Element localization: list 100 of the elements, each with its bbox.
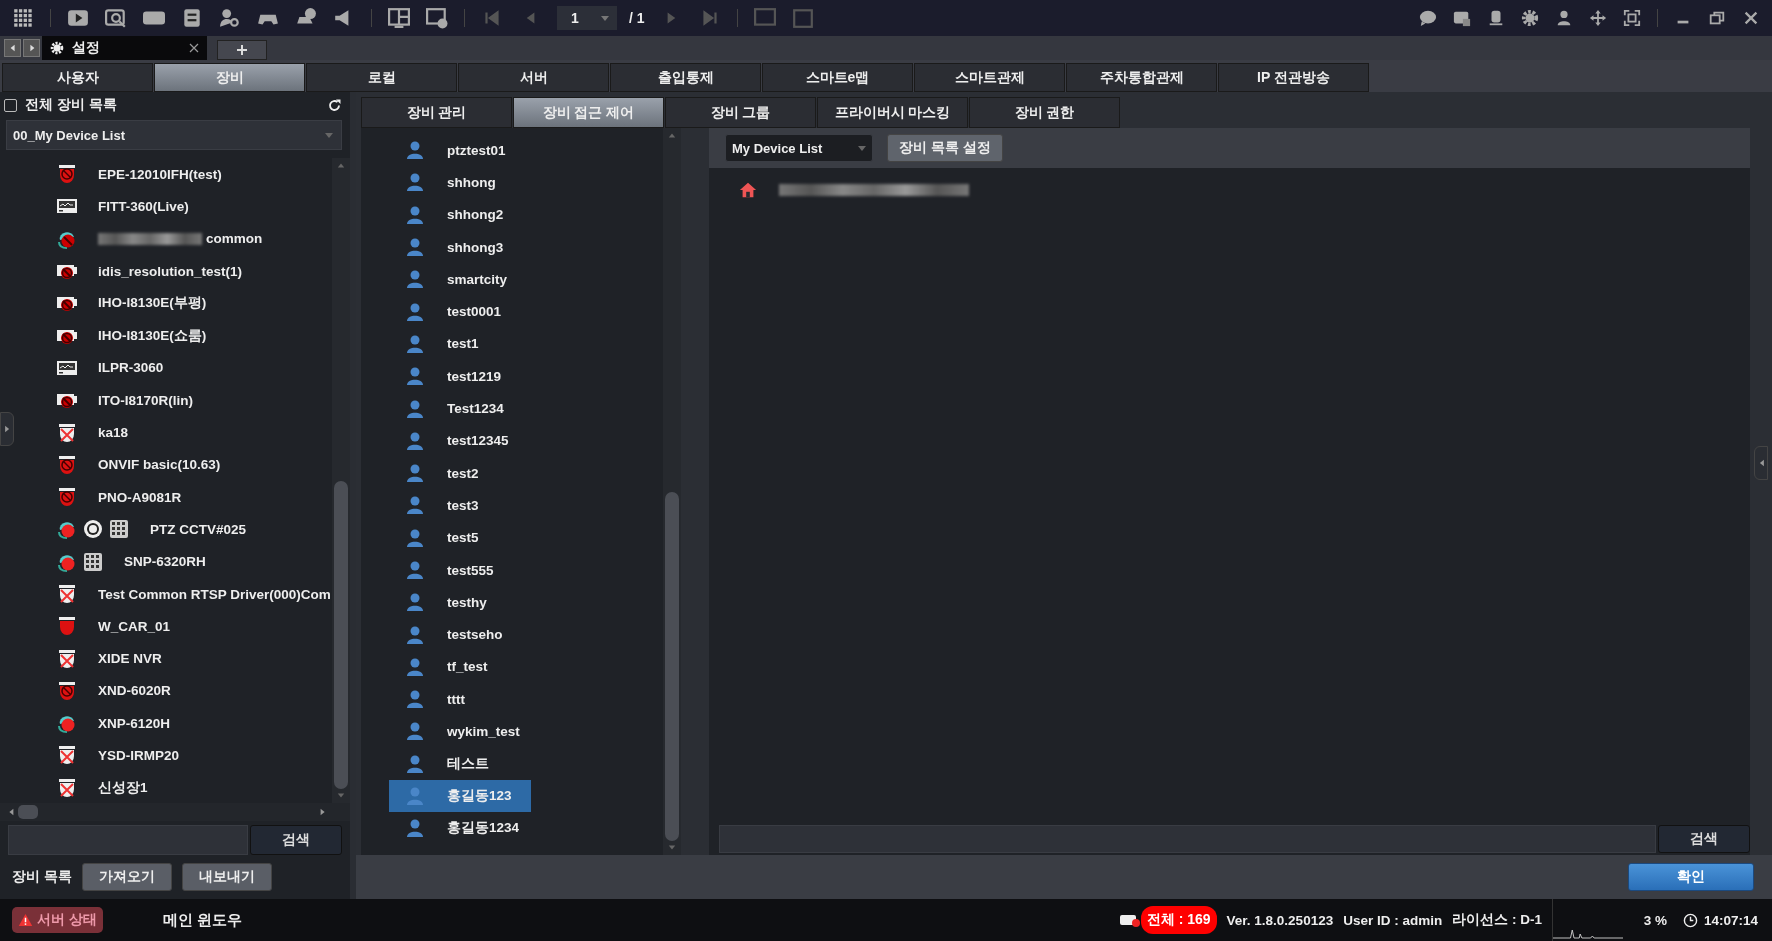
expand-handle[interactable] — [1754, 446, 1768, 480]
device-item[interactable]: XND-6020R — [56, 674, 332, 708]
device-item[interactable]: common — [56, 222, 332, 255]
arrow-left-icon[interactable] — [8, 808, 14, 816]
scrollbar[interactable] — [332, 158, 350, 803]
device-item[interactable]: idis_resolution_test(1) — [56, 254, 332, 288]
device-item[interactable]: ka18 — [56, 416, 332, 449]
arrow-down-icon[interactable] — [337, 793, 345, 799]
sub-tab[interactable]: 프라이버시 마스킹 — [817, 97, 968, 128]
close-icon[interactable] — [189, 43, 199, 53]
export-button[interactable]: 내보내기 — [181, 863, 272, 891]
user-item[interactable]: tf_test — [389, 650, 531, 684]
main-tab[interactable]: 주차통합관제 — [1066, 63, 1217, 92]
user-item[interactable]: shhong — [389, 166, 531, 199]
search-camera-icon[interactable] — [105, 7, 127, 29]
user-item[interactable]: 홍길동1234 — [389, 812, 531, 845]
device-item[interactable]: IHO-I8130E(부평) — [56, 287, 332, 320]
scroll-right-button[interactable] — [23, 39, 40, 57]
arrow-up-icon[interactable] — [668, 132, 676, 138]
user-item[interactable]: testhy — [389, 586, 531, 619]
device-list-dropdown[interactable]: My Device List — [725, 134, 873, 162]
user-item[interactable]: testseho — [389, 618, 531, 651]
device-item[interactable]: ONVIF basic(10.63) — [56, 448, 332, 481]
card-icon[interactable] — [1453, 9, 1471, 27]
scrollbar[interactable] — [663, 128, 681, 855]
main-tab[interactable]: 출입통제 — [610, 63, 761, 92]
checkbox[interactable] — [4, 98, 17, 112]
device-item[interactable]: XIDE NVR — [56, 642, 332, 675]
main-tab[interactable]: 서버 — [458, 63, 609, 92]
user-item[interactable]: test2 — [389, 456, 531, 490]
sub-tab[interactable]: 장비 그룹 — [665, 97, 816, 128]
user-item[interactable]: test3 — [389, 489, 531, 522]
confirm-button[interactable]: 확인 — [1628, 863, 1754, 891]
user-item[interactable]: ptztest01 — [389, 134, 531, 167]
user-item[interactable]: shhong2 — [389, 198, 531, 231]
grid-icon[interactable] — [12, 7, 34, 29]
move-icon[interactable] — [1589, 9, 1607, 27]
close-icon[interactable] — [1742, 9, 1760, 27]
main-tab[interactable]: 사용자 — [2, 63, 153, 92]
arrow-up-icon[interactable] — [337, 162, 345, 168]
search-button[interactable]: 검색 — [1658, 825, 1750, 853]
main-tab[interactable]: 스마트e맵 — [762, 63, 913, 92]
user-item[interactable]: Test1234 — [389, 392, 531, 425]
settings-icon[interactable] — [1521, 9, 1539, 27]
device-item[interactable]: ITO-I8170R(lin) — [56, 384, 332, 417]
user-item[interactable]: test0001 — [389, 295, 531, 328]
chat-icon[interactable] — [1419, 9, 1437, 27]
device-item[interactable]: Test Common RTSP Driver(000)Com — [56, 577, 332, 611]
horizontal-scrollbar[interactable] — [0, 803, 350, 821]
scroll-thumb[interactable] — [18, 805, 38, 819]
server-status-button[interactable]: 서버 상태 — [12, 907, 103, 933]
sub-tab[interactable]: 장비 관리 — [361, 97, 512, 128]
add-tab-button[interactable] — [217, 40, 267, 60]
device-item[interactable]: W_CAR_01 — [56, 610, 332, 643]
user-item[interactable]: test1 — [389, 327, 531, 361]
total-count-badge[interactable]: 전체 : 169 — [1140, 906, 1217, 934]
device-item[interactable]: XNP-6120H — [56, 707, 332, 740]
main-tab[interactable]: IP 전관방송 — [1218, 63, 1369, 92]
layout-icon[interactable] — [388, 7, 410, 29]
user-item[interactable]: smartcity — [389, 263, 531, 296]
arrow-down-icon[interactable] — [668, 845, 676, 851]
event-icon[interactable] — [1118, 912, 1141, 928]
expand-handle[interactable] — [0, 412, 14, 446]
add-screen-icon[interactable] — [426, 7, 448, 29]
device-list-dropdown[interactable]: 00_My Device List — [6, 120, 342, 150]
device-item[interactable]: SNP-6320RH — [56, 545, 332, 578]
refresh-icon[interactable] — [327, 97, 342, 113]
document-tab[interactable]: 설정 — [42, 36, 207, 60]
device-item[interactable]: YSD-IRMP20 — [56, 739, 332, 772]
search-field[interactable] — [719, 825, 1656, 853]
person-search-icon[interactable] — [219, 7, 241, 29]
scroll-left-button[interactable] — [4, 39, 21, 57]
main-tab[interactable]: 스마트관제 — [914, 63, 1065, 92]
user-item[interactable]: tttt — [389, 683, 531, 716]
user-item[interactable]: shhong3 — [389, 230, 531, 264]
user-item[interactable]: test1219 — [389, 360, 531, 393]
device-item[interactable]: IHO-I8130E(쇼룸) — [56, 319, 332, 352]
main-tab[interactable]: 로컬 — [306, 63, 457, 92]
user-item[interactable]: test12345 — [389, 424, 531, 457]
device-item[interactable]: EPE-12010IFH(test) — [56, 158, 332, 191]
sub-tab[interactable]: 장비 권한 — [969, 97, 1120, 128]
user-item[interactable]: wykim_test — [389, 715, 531, 748]
restore-icon[interactable] — [1708, 9, 1726, 27]
device-item[interactable]: 신성장1 — [56, 771, 332, 803]
search-field[interactable] — [8, 825, 248, 855]
user-item[interactable]: test5 — [389, 521, 531, 554]
device-item[interactable]: PNO-A9081R — [56, 480, 332, 514]
play-icon[interactable] — [67, 7, 89, 29]
user-item[interactable]: 테스트 — [389, 747, 531, 780]
import-button[interactable]: 가져오기 — [81, 863, 172, 891]
user-item[interactable]: 홍길동123 — [389, 779, 531, 813]
device-list-settings-button[interactable]: 장비 목록 설정 — [887, 134, 1003, 162]
device-item[interactable]: FITT-360(Live) — [56, 190, 332, 223]
fullscreen-icon[interactable] — [1623, 9, 1641, 27]
card-icon[interactable] — [181, 7, 203, 29]
device-item[interactable]: PTZ CCTV#025 — [56, 513, 332, 546]
arrow-right-icon[interactable] — [320, 808, 326, 816]
user-item[interactable]: test555 — [389, 553, 531, 587]
user-icon[interactable] — [1555, 9, 1573, 27]
device-item[interactable]: ILPR-3060 — [56, 351, 332, 385]
